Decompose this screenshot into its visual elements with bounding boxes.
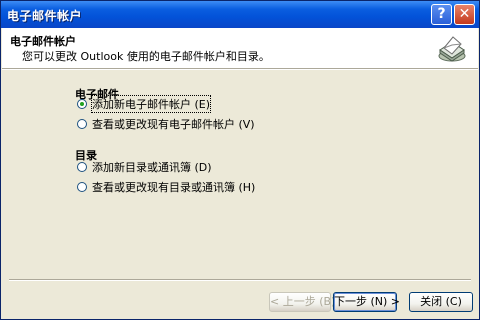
header-title: 电子邮件帐户 (10, 35, 76, 48)
radio-label: 添加新电子邮件帐户 (E) (90, 95, 212, 113)
next-button[interactable]: 下一步 (N) > (333, 292, 400, 312)
radio-button[interactable] (77, 99, 87, 109)
header-divider-highlight (2, 69, 478, 70)
header-subtitle: 您可以更改 Outlook 使用的电子邮件帐户和目录。 (22, 50, 270, 63)
radio-view-email-accounts[interactable]: 查看或更改现有电子邮件帐户 (V) (77, 117, 255, 131)
radio-button[interactable] (77, 119, 87, 129)
radio-add-email-account[interactable]: 添加新电子邮件帐户 (E) (77, 95, 212, 113)
radio-label: 查看或更改现有目录或通讯簿 (H) (92, 181, 256, 194)
close-button[interactable]: 关闭 (C) (409, 292, 473, 312)
title-bar[interactable]: 电子邮件帐户 ? ✕ (1, 1, 479, 28)
radio-label: 查看或更改现有电子邮件帐户 (V) (92, 118, 255, 131)
close-window-button[interactable]: ✕ (454, 4, 475, 25)
radio-button[interactable] (77, 182, 87, 192)
email-accounts-dialog: 电子邮件帐户 ? ✕ 电子邮件帐户 您可以更改 Outlook 使用的电子邮件帐… (0, 0, 480, 320)
wizard-header: 电子邮件帐户 您可以更改 Outlook 使用的电子邮件帐户和目录。 (2, 28, 478, 68)
radio-button[interactable] (77, 162, 87, 172)
back-button[interactable]: < 上一步 (B) (269, 292, 335, 312)
radio-view-directories[interactable]: 查看或更改现有目录或通讯簿 (H) (77, 180, 255, 194)
mailbox-icon (438, 36, 466, 62)
footer-divider-highlight (9, 280, 471, 281)
window-title: 电子邮件帐户 (7, 9, 83, 23)
radio-label: 添加新目录或通讯簿 (D) (92, 161, 212, 174)
help-button[interactable]: ? (431, 4, 452, 25)
radio-add-directory[interactable]: 添加新目录或通讯簿 (D) (77, 160, 212, 174)
